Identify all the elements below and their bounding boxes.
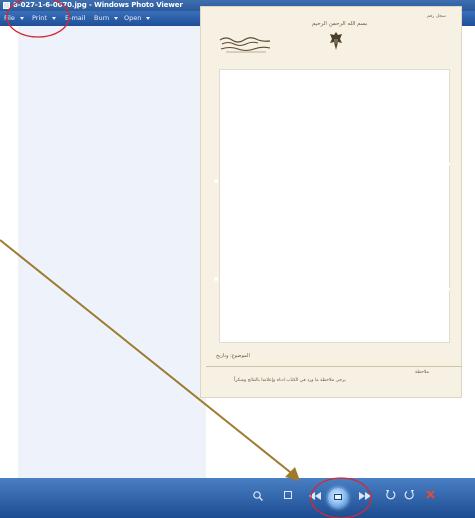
rotate-counterclockwise-icon[interactable] [385, 489, 396, 500]
chevron-down-icon [114, 16, 119, 20]
margin-mark [214, 179, 218, 183]
document-body-redacted [219, 69, 450, 343]
chevron-down-icon [146, 16, 151, 20]
actual-size-icon[interactable] [283, 490, 293, 500]
slideshow-icon [334, 494, 342, 500]
delete-icon[interactable] [426, 490, 435, 499]
margin-mark [446, 162, 450, 166]
next-icon[interactable] [358, 491, 372, 501]
document-header-text: بسم الله الرحمن الرحيم [312, 21, 368, 27]
margin-mark [446, 287, 450, 291]
left-pane [18, 26, 207, 478]
menu-email-label: E-mail [65, 14, 86, 22]
slideshow-button[interactable] [328, 488, 348, 508]
menu-burn[interactable]: Burn [94, 11, 119, 26]
menu-file[interactable]: File [4, 11, 24, 26]
menu-file-label: File [4, 14, 15, 22]
menu-print-label: Print [32, 14, 47, 22]
menu-burn-label: Burn [94, 14, 110, 22]
chevron-down-icon [19, 16, 24, 20]
document-footer-rule [206, 366, 462, 367]
document-reference: سجل رقم [427, 14, 446, 19]
menu-open-label: Open [124, 14, 142, 22]
margin-mark [214, 277, 218, 281]
document-subject: الموضوع: وتاريخ [216, 353, 250, 359]
document-note-text: يرجى ملاحظة ما ورد في الكتاب ادناه وإعلا… [234, 378, 346, 383]
letterhead-calligraphy-icon [219, 37, 271, 53]
menu-open[interactable]: Open [124, 11, 151, 26]
menu-email[interactable]: E-mail [65, 11, 85, 26]
previous-icon[interactable] [308, 491, 322, 501]
chevron-down-icon [51, 16, 56, 20]
rotate-clockwise-icon[interactable] [404, 489, 415, 500]
eagle-emblem-icon [330, 32, 342, 50]
menu-print[interactable]: Print [32, 11, 56, 26]
document-note-label: ملاحظة [415, 370, 429, 375]
app-icon [3, 2, 10, 9]
photo-viewer-window: 8-027-1-6-0070.jpg - Windows Photo Viewe… [0, 0, 475, 518]
window-title: 8-027-1-6-0070.jpg - Windows Photo Viewe… [13, 1, 183, 9]
magnifier-icon[interactable] [252, 490, 264, 502]
